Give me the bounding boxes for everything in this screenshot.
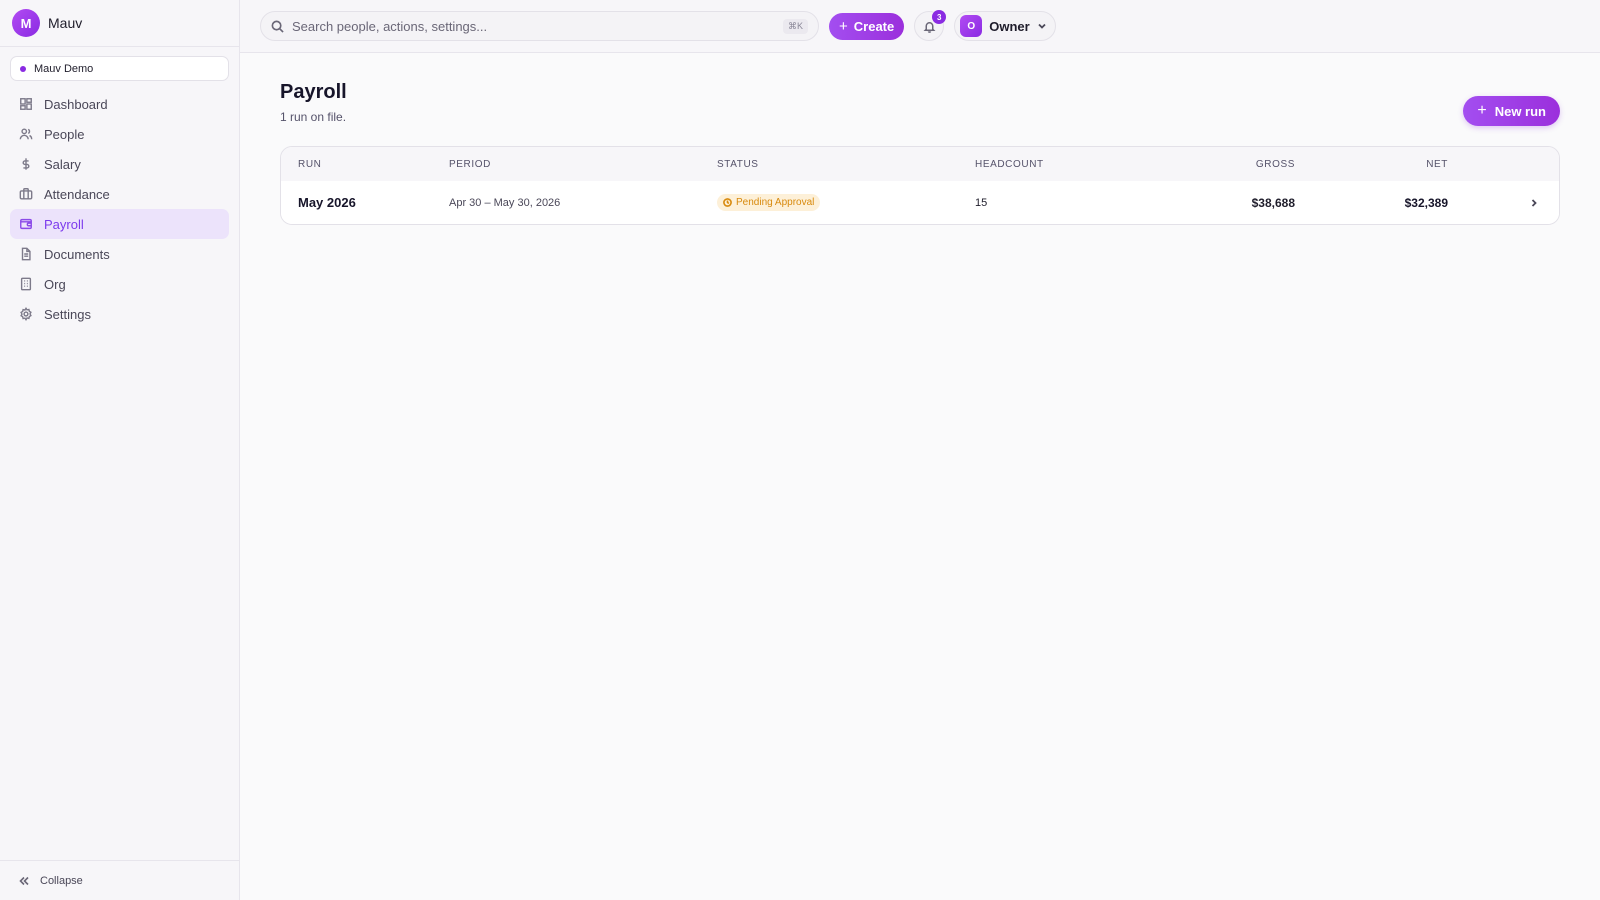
new-run-button[interactable]: + New run — [1463, 96, 1560, 126]
topbar: ⌘K + Create 3 O Owner — [240, 0, 1600, 53]
chevrons-left-icon — [19, 876, 29, 885]
cell-gross: $38,688 — [1251, 195, 1295, 210]
search-box[interactable]: ⌘K — [260, 11, 819, 41]
sidebar-item-documents[interactable]: Documents — [10, 239, 229, 269]
create-button[interactable]: + Create — [829, 12, 905, 40]
new-run-label: New run — [1494, 103, 1546, 119]
people-icon — [19, 128, 33, 140]
sidebar-nav: Dashboard People Salary Attendance Payro… — [0, 89, 239, 329]
table-header: RUN PERIOD STATUS HEADCOUNT GROSS NET — [281, 147, 1559, 181]
notification-count-badge: 3 — [932, 10, 947, 24]
create-label: Create — [853, 18, 895, 34]
column-header-gross: GROSS — [1255, 158, 1295, 170]
main-area: ⌘K + Create 3 O Owner Payroll 1 run on f… — [240, 0, 1600, 900]
collapse-button[interactable]: Collapse — [0, 860, 239, 900]
sidebar-item-label: Documents — [44, 246, 110, 262]
status-label: Pending Approval — [736, 197, 815, 208]
brand-name: Mauv — [48, 15, 83, 31]
sidebar-item-label: Payroll — [44, 216, 84, 232]
chevron-down-icon — [1038, 23, 1046, 29]
workspace-name: Mauv Demo — [34, 62, 94, 75]
column-header-status: STATUS — [717, 158, 759, 170]
dollar-icon — [22, 158, 30, 170]
gear-icon — [20, 307, 32, 321]
collapse-label: Collapse — [40, 874, 83, 887]
sidebar-item-label: Org — [44, 276, 66, 292]
cell-status: Pending Approval — [717, 194, 975, 211]
building-icon — [20, 277, 32, 291]
sidebar-item-label: Settings — [44, 306, 91, 322]
page-title: Payroll — [280, 81, 347, 103]
column-header-headcount: HEADCOUNT — [975, 158, 1044, 170]
plus-icon: + — [1477, 102, 1487, 119]
cell-period: Apr 30 – May 30, 2026 — [449, 196, 561, 209]
plus-icon: + — [839, 17, 848, 35]
sidebar-item-org[interactable]: Org — [10, 269, 229, 299]
sidebar-item-label: Dashboard — [44, 96, 108, 112]
cell-headcount: 15 — [975, 196, 988, 209]
column-header-net: NET — [1426, 158, 1448, 170]
sidebar-item-label: Salary — [44, 156, 81, 172]
sidebar-item-label: Attendance — [44, 186, 110, 202]
sidebar-item-settings[interactable]: Settings — [10, 299, 229, 329]
page-content: Payroll 1 run on file. + New run RUN PER… — [240, 53, 1600, 225]
search-input[interactable] — [292, 18, 775, 34]
search-shortcut-hint: ⌘K — [782, 18, 808, 34]
app-root: M Mauv Mauv Demo Dashboard People Salary… — [0, 0, 1600, 900]
briefcase-icon — [19, 188, 33, 200]
user-menu[interactable]: O Owner — [954, 11, 1056, 41]
sidebar-item-dashboard[interactable]: Dashboard — [10, 89, 229, 119]
brand[interactable]: M Mauv — [0, 0, 239, 47]
sidebar-item-payroll[interactable]: Payroll — [10, 209, 229, 239]
table-row[interactable]: May 2026 Apr 30 – May 30, 2026 Pending A… — [281, 181, 1559, 224]
page-subtitle: 1 run on file. — [280, 110, 347, 124]
dashboard-icon — [20, 98, 32, 110]
chevron-right-icon — [1531, 198, 1537, 207]
cell-run: May 2026 — [298, 195, 356, 210]
sidebar: M Mauv Mauv Demo Dashboard People Salary… — [0, 0, 240, 900]
brand-logo: M — [12, 9, 40, 37]
status-badge: Pending Approval — [717, 194, 821, 211]
clock-icon — [723, 198, 732, 207]
workspace-dot-icon — [20, 65, 26, 72]
notifications-button[interactable]: 3 — [914, 10, 947, 41]
payroll-table: RUN PERIOD STATUS HEADCOUNT GROSS NET Ma… — [280, 146, 1560, 225]
row-open-cell[interactable] — [1448, 198, 1559, 208]
wallet-icon — [20, 218, 32, 230]
sidebar-item-attendance[interactable]: Attendance — [10, 179, 229, 209]
sidebar-item-label: People — [44, 126, 85, 142]
workspace-switcher[interactable]: Mauv Demo — [10, 56, 229, 81]
sidebar-item-salary[interactable]: Salary — [10, 149, 229, 179]
column-header-period: PERIOD — [449, 158, 491, 170]
user-name: Owner — [989, 18, 1030, 34]
sidebar-item-people[interactable]: People — [10, 119, 229, 149]
document-icon — [21, 247, 31, 261]
cell-net: $32,389 — [1404, 195, 1448, 210]
avatar: O — [960, 15, 983, 37]
column-header-run: RUN — [298, 158, 322, 170]
search-icon — [271, 20, 284, 33]
